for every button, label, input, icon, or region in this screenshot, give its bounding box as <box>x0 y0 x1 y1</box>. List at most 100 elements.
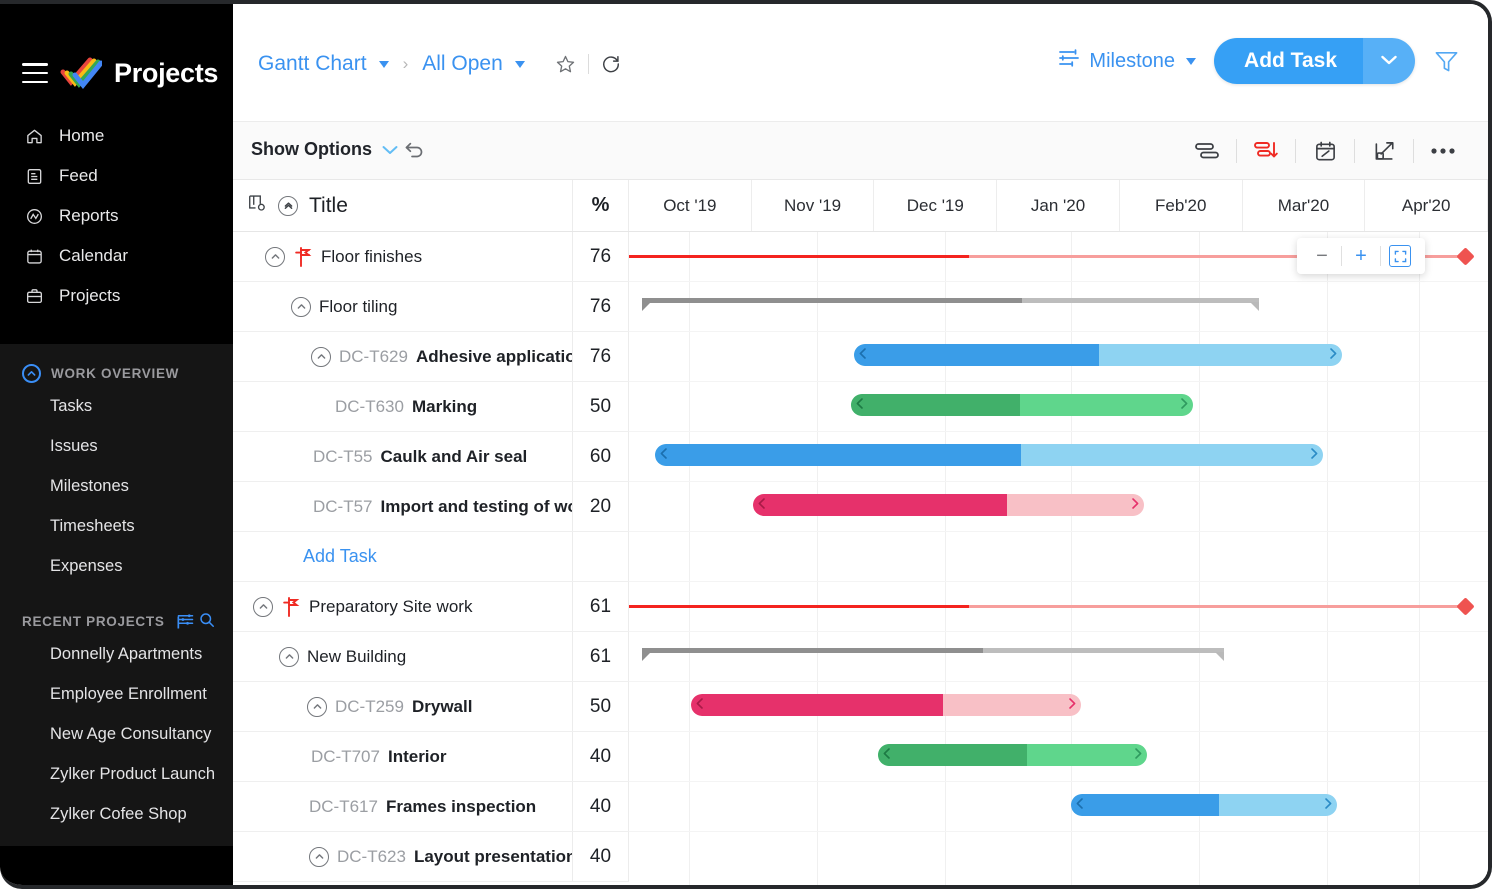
sort-collapse-icon[interactable] <box>278 195 298 216</box>
bar-start-handle[interactable] <box>856 398 863 412</box>
gantt-bar[interactable] <box>851 394 1193 416</box>
add-task-cell: Add Task <box>233 532 573 581</box>
bar-end-handle[interactable] <box>1325 798 1332 812</box>
fit-to-screen-button[interactable] <box>1381 238 1419 274</box>
collapse-chevron-icon[interactable] <box>291 296 311 317</box>
add-task-link[interactable]: Add Task <box>303 546 377 567</box>
undo-icon[interactable] <box>403 140 425 165</box>
zoom-out-button[interactable]: − <box>1303 238 1341 274</box>
recent-project-item[interactable]: Employee Enrollment <box>0 674 233 714</box>
milestone-diamond-icon[interactable] <box>1456 247 1475 266</box>
collapse-chevron-icon[interactable] <box>307 696 327 717</box>
column-settings-icon[interactable] <box>247 193 267 219</box>
bar-end-handle[interactable] <box>1330 348 1337 362</box>
recent-project-item[interactable]: Donnelly Apartments <box>0 634 233 674</box>
critical-path-icon[interactable] <box>1237 136 1295 166</box>
summary-bar[interactable] <box>642 298 1259 311</box>
grid-header: Title % Oct '19 Nov '19 Dec '19 Jan '20 … <box>233 180 1488 232</box>
collapse-chevron-icon[interactable] <box>265 246 285 267</box>
task-percent: 76 <box>573 232 629 281</box>
bar-end-handle[interactable] <box>1135 748 1142 762</box>
sidebar-item-tasks[interactable]: Tasks <box>0 386 233 426</box>
gantt-layout-icon[interactable] <box>1178 136 1236 166</box>
table-row[interactable]: Preparatory Site work 61 <box>233 582 629 632</box>
bar-start-handle[interactable] <box>883 748 890 762</box>
table-row[interactable]: DC-T623 Layout presentation 40 <box>233 832 629 882</box>
gantt-chart-area[interactable]: − + <box>629 232 1488 885</box>
table-row[interactable]: DC-T57 Import and testing of woo.. 20 <box>233 482 629 532</box>
table-row[interactable]: DC-T617 Frames inspection 40 <box>233 782 629 832</box>
hamburger-menu-icon[interactable] <box>22 63 48 83</box>
bar-end-handle[interactable] <box>1311 448 1318 462</box>
sidebar-item-milestones[interactable]: Milestones <box>0 466 233 506</box>
table-row[interactable]: DC-T259 Drywall 50 <box>233 682 629 732</box>
breadcrumb-all-open[interactable]: All Open <box>422 52 503 76</box>
expand-view-icon[interactable] <box>1355 136 1413 166</box>
table-row-add-task[interactable]: Add Task <box>233 532 629 582</box>
recent-projects-label: RECENT PROJECTS <box>22 613 165 629</box>
funnel-filter-icon[interactable] <box>1433 48 1460 75</box>
add-task-button[interactable]: Add Task <box>1214 38 1363 84</box>
milestone-line[interactable] <box>629 605 1467 608</box>
sidebar-item-label: Projects <box>59 286 121 305</box>
table-row[interactable]: New Building 61 <box>233 632 629 682</box>
chevron-down-icon[interactable] <box>514 60 525 68</box>
reports-icon <box>24 206 45 227</box>
sidebar-item-expenses[interactable]: Expenses <box>0 546 233 586</box>
collapse-chevron-icon[interactable] <box>311 346 331 367</box>
table-row[interactable]: DC-T630 Marking 50 <box>233 382 629 432</box>
gantt-bar[interactable] <box>854 344 1342 366</box>
task-name-cell: DC-T617 Frames inspection <box>233 782 573 831</box>
gantt-bar[interactable] <box>655 444 1323 466</box>
bar-start-handle[interactable] <box>758 498 765 512</box>
collapse-chevron-icon[interactable] <box>279 646 299 667</box>
recent-project-item[interactable]: New Age Consultancy <box>0 714 233 754</box>
add-task-dropdown-button[interactable] <box>1363 38 1415 84</box>
bar-start-handle[interactable] <box>1076 798 1083 812</box>
collapse-chevron-icon[interactable] <box>309 846 329 867</box>
bar-end-handle[interactable] <box>1069 698 1076 712</box>
column-header-title[interactable]: Title <box>233 180 573 231</box>
task-code: DC-T617 <box>309 796 378 816</box>
breadcrumb-gantt-chart[interactable]: Gantt Chart <box>258 52 367 76</box>
collapse-chevron-icon[interactable] <box>253 596 273 617</box>
more-options-icon[interactable] <box>1414 136 1472 166</box>
sidebar-item-feed[interactable]: Feed <box>0 156 233 196</box>
work-overview-header[interactable]: WORK OVERVIEW <box>0 360 233 386</box>
sidebar-item-projects[interactable]: Projects <box>0 276 233 316</box>
bar-end-handle[interactable] <box>1132 498 1139 512</box>
table-row[interactable]: Floor finishes 76 <box>233 232 629 282</box>
table-row[interactable]: Floor tiling 76 <box>233 282 629 332</box>
table-row[interactable]: DC-T629 Adhesive application 76 <box>233 332 629 382</box>
recent-project-item[interactable]: Zylker Product Launch <box>0 754 233 794</box>
sidebar-item-calendar[interactable]: Calendar <box>0 236 233 276</box>
bar-start-handle[interactable] <box>859 348 866 362</box>
refresh-icon[interactable] <box>601 54 621 74</box>
zoom-in-button[interactable]: + <box>1342 238 1380 274</box>
month-header: Dec '19 <box>874 180 998 231</box>
calendar-view-icon[interactable] <box>1296 136 1354 166</box>
table-row[interactable]: DC-T707 Interior 40 <box>233 732 629 782</box>
summary-bar[interactable] <box>642 648 1224 661</box>
milestone-diamond-icon[interactable] <box>1456 597 1475 616</box>
chevron-down-icon[interactable] <box>378 60 389 68</box>
sidebar-item-timesheets[interactable]: Timesheets <box>0 506 233 546</box>
star-icon[interactable] <box>555 54 576 75</box>
table-row[interactable]: DC-T55 Caulk and Air seal 60 <box>233 432 629 482</box>
bar-start-handle[interactable] <box>660 448 667 462</box>
gantt-bar[interactable] <box>691 694 1081 716</box>
gantt-bar[interactable] <box>1071 794 1337 816</box>
search-icon[interactable] <box>199 612 215 631</box>
bar-end-handle[interactable] <box>1181 398 1188 412</box>
sidebar-item-reports[interactable]: Reports <box>0 196 233 236</box>
milestone-filter-select[interactable]: Milestone <box>1058 48 1197 74</box>
gantt-bar[interactable] <box>753 494 1144 516</box>
column-header-percent[interactable]: % <box>573 180 629 231</box>
tools-divider: | <box>176 613 181 629</box>
recent-project-item[interactable]: Zylker Cofee Shop <box>0 794 233 834</box>
bar-start-handle[interactable] <box>696 698 703 712</box>
show-options-dropdown[interactable]: Show Options <box>251 139 398 160</box>
sidebar-item-home[interactable]: Home <box>0 116 233 156</box>
gantt-bar[interactable] <box>878 744 1147 766</box>
sidebar-item-issues[interactable]: Issues <box>0 426 233 466</box>
